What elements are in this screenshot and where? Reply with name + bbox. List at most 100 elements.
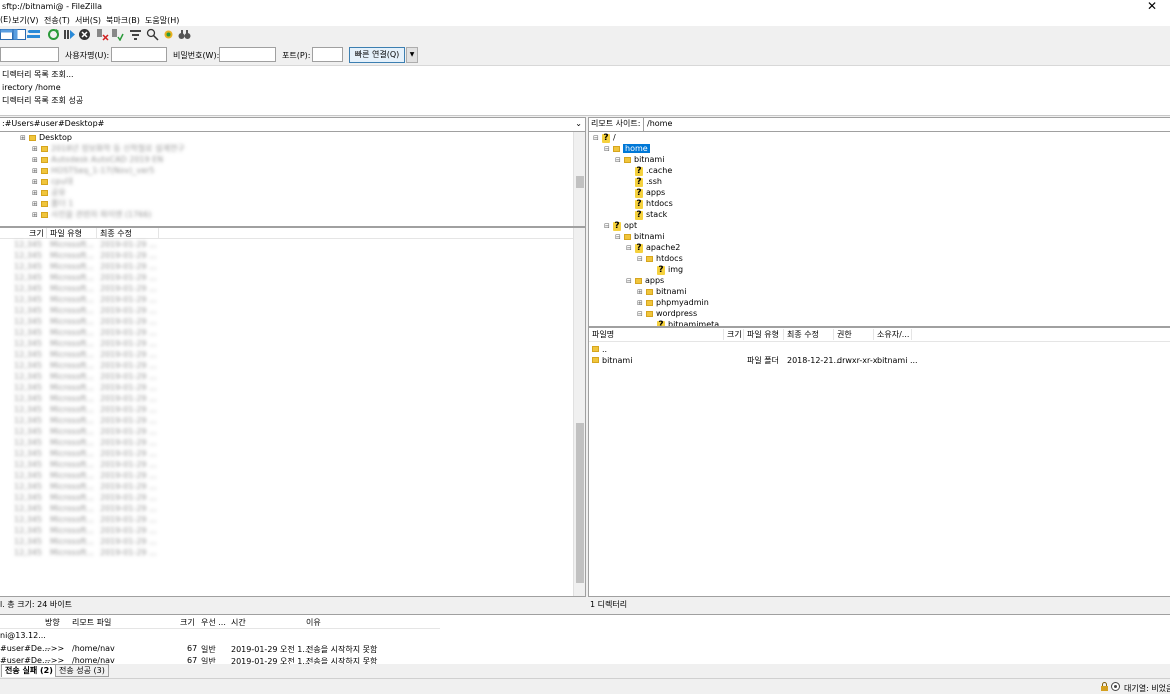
expand-icon[interactable]: ⊞ [32, 155, 39, 165]
tree-item[interactable]: ⊞ Desktop [20, 133, 72, 143]
toggle-tree-icon[interactable] [13, 28, 26, 41]
remote-tree[interactable]: ⊟? / ⊟ home ⊟ bitnami? .cache? .ssh? apps? htdocs… [589, 132, 1170, 326]
col-size[interactable]: 크기 [180, 617, 195, 628]
tab-success[interactable]: 전송 성공 (3) [55, 664, 109, 677]
tree-item[interactable]: ? apps [626, 188, 665, 198]
expand-icon[interactable]: ⊞ [637, 287, 644, 297]
tree-item[interactable]: ⊞ 사진을 관련자 파이엔 (1766) [32, 210, 151, 220]
expand-icon[interactable]: ⊞ [32, 166, 39, 176]
transfer-queue[interactable]: 방향 리모트 파일 크기 우선 ... 시간 이유 ni@13.12... #u… [0, 614, 1170, 666]
col-type[interactable]: 파일 유형 [47, 228, 97, 239]
tree-item[interactable]: ⊞ phpmyadmin [637, 298, 709, 308]
expand-icon[interactable]: ⊞ [32, 188, 39, 198]
local-tree[interactable]: ⊞ Desktop ⊞ 2018년 정보화학 등 신학철로 설계연구 ⊞ Autodesk… [0, 132, 573, 226]
col-modified[interactable]: 최종 수정 [784, 329, 834, 340]
username-field[interactable] [111, 47, 167, 62]
collapse-icon[interactable]: ⊟ [604, 144, 611, 154]
menu-server[interactable]: 서버(S) [75, 15, 101, 26]
collapse-icon[interactable]: ⊟ [637, 309, 644, 319]
col-direction[interactable]: 방향 [45, 617, 60, 628]
menu-edit[interactable]: (E) [0, 15, 11, 24]
expand-icon[interactable]: ⊞ [32, 144, 39, 154]
refresh-icon[interactable] [47, 28, 60, 41]
collapse-icon[interactable]: ⊟ [637, 254, 644, 264]
tree-item[interactable]: ⊟ bitnami [615, 155, 664, 165]
expand-icon[interactable]: ⊞ [32, 210, 39, 220]
col-time[interactable]: 시간 [231, 617, 246, 628]
local-list-scrollbar[interactable] [573, 228, 585, 596]
collapse-icon[interactable]: ⊟ [593, 133, 600, 143]
tree-item[interactable]: ⊟ htdocs [637, 254, 683, 264]
expand-icon[interactable]: ⊞ [32, 177, 39, 187]
search-icon[interactable] [146, 28, 159, 41]
tree-item[interactable]: ⊟ apps [626, 276, 664, 286]
scrollbar-thumb[interactable] [576, 423, 584, 583]
disconnect-icon[interactable] [96, 28, 109, 41]
toggle-log-icon[interactable] [0, 28, 13, 41]
reconnect-icon[interactable] [111, 28, 124, 41]
col-priority[interactable]: 우선 ... [201, 617, 226, 628]
col-type[interactable]: 파일 유형 [744, 329, 784, 340]
tab-failed[interactable]: 전송 실패 (2) [1, 664, 57, 677]
chevron-down-icon[interactable]: ⌄ [575, 118, 582, 130]
tree-item[interactable]: ⊟? opt [604, 221, 637, 231]
message-log[interactable]: 디렉터리 목록 조회... irectory /home 디렉터리 목록 조회 … [0, 66, 1170, 116]
password-field[interactable] [219, 47, 276, 62]
tree-item[interactable]: ⊟ home [604, 144, 650, 154]
col-size[interactable]: 크기 [26, 228, 47, 239]
col-permissions[interactable]: 권한 [834, 329, 874, 340]
tree-item[interactable]: ? bitnamimeta [648, 320, 719, 326]
close-icon[interactable]: ✕ [1147, 0, 1157, 12]
tree-item[interactable]: ? stack [626, 210, 667, 220]
collapse-icon[interactable]: ⊟ [626, 276, 633, 286]
menu-transfer[interactable]: 전송(T) [44, 15, 70, 26]
collapse-icon[interactable]: ⊟ [604, 221, 611, 231]
collapse-icon[interactable]: ⊟ [615, 232, 622, 242]
menu-help[interactable]: 도움말(H) [145, 15, 179, 26]
col-modified[interactable]: 최종 수정 [97, 228, 159, 239]
tree-item[interactable]: ⊟ bitnami [615, 232, 664, 242]
tree-item[interactable]: ⊟ wordpress [637, 309, 697, 319]
compare-icon[interactable] [162, 28, 175, 41]
cancel-icon[interactable] [78, 28, 91, 41]
expand-icon[interactable]: ⊞ [20, 133, 27, 143]
remote-path-field[interactable]: /home [643, 118, 1170, 131]
local-path-field[interactable]: :#Users#user#Desktop# ⌄ [0, 118, 585, 132]
tree-item[interactable]: ⊞ bitnami [637, 287, 686, 297]
quickconnect-button[interactable]: 빠른 연결(Q) [349, 47, 405, 63]
expand-icon[interactable]: ⊞ [637, 298, 644, 308]
col-filename[interactable]: 파일명 [589, 329, 724, 340]
tree-item[interactable]: ? img [648, 265, 683, 275]
menu-view[interactable]: 보기(V) [12, 15, 38, 26]
expand-icon[interactable]: ⊞ [32, 199, 39, 209]
port-field[interactable] [312, 47, 343, 62]
collapse-icon[interactable]: ⊟ [615, 155, 622, 165]
tree-item[interactable]: ⊟? / [593, 133, 616, 143]
col-reason[interactable]: 이유 [306, 617, 321, 628]
tree-item[interactable]: ⊞ 폴더 1 [32, 199, 73, 209]
col-size[interactable]: 크기 [724, 329, 744, 340]
queue-rows[interactable]: #user#De... -->> /home/nav 67 일반 2019-01-29 오… [0, 641, 440, 666]
tree-item[interactable]: ⊞ 공유 [32, 188, 66, 198]
col-owner[interactable]: 소유자/... [874, 329, 912, 340]
remote-rows[interactable]: .. bitnami 파일 폴더 2018-12-21... drwxr-xr-x bit… [589, 342, 1170, 592]
tree-item[interactable]: ⊞ HOSTSeq_1-17(Nov)_ver5 [32, 166, 154, 176]
col-remote-file[interactable]: 리모트 파일 [72, 617, 111, 628]
tree-item[interactable]: ? .cache [626, 166, 672, 176]
queue-server[interactable]: ni@13.12... [0, 631, 46, 640]
filter-icon[interactable] [129, 28, 142, 41]
tree-item[interactable]: ⊞ Autodesk AutoCAD 2019 EN [32, 155, 163, 165]
collapse-icon[interactable]: ⊟ [626, 243, 633, 253]
tree-item[interactable]: ? htdocs [626, 199, 673, 209]
tree-item[interactable]: ? .ssh [626, 177, 662, 187]
binoculars-icon[interactable] [178, 28, 191, 41]
host-field[interactable] [0, 47, 59, 62]
tree-item[interactable]: ⊞ cpu대 [32, 177, 73, 187]
scrollbar-thumb[interactable] [576, 176, 584, 188]
process-queue-icon[interactable] [63, 28, 76, 41]
tree-item[interactable]: ⊟? apache2 [626, 243, 680, 253]
menu-bookmarks[interactable]: 북마크(B) [106, 15, 140, 26]
local-tree-scrollbar[interactable] [573, 132, 585, 226]
local-rows[interactable]: 12,345 Microsoft... 2019-01-29 ... 12,345 Mi… [0, 240, 573, 596]
quickconnect-dropdown[interactable]: ▼ [406, 47, 418, 63]
